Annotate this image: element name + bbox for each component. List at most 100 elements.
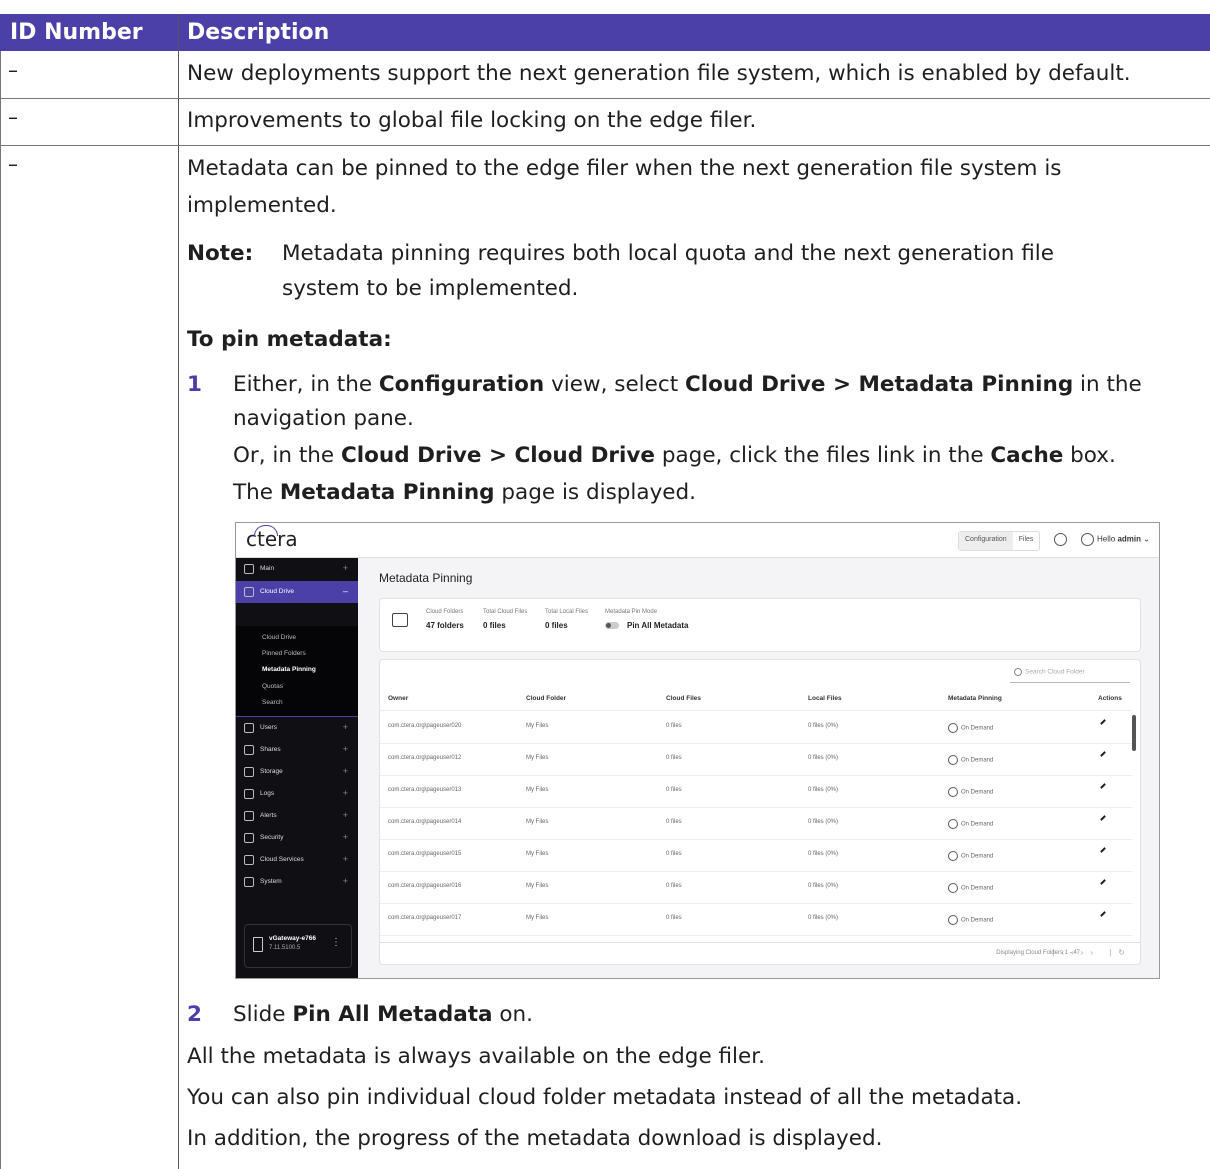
edit-icon[interactable] bbox=[1100, 815, 1106, 821]
user-name[interactable]: admin bbox=[1117, 535, 1141, 544]
sidebar-item-logs[interactable]: Logs + bbox=[236, 783, 358, 805]
edit-icon[interactable] bbox=[1100, 847, 1106, 853]
release-notes-page: ID Number Description – New deployments … bbox=[0, 0, 1210, 1169]
notification-icon[interactable] bbox=[1054, 533, 1067, 546]
device-name: vGateway-e766 bbox=[269, 935, 316, 942]
edit-icon[interactable] bbox=[1100, 751, 1106, 757]
edit-icon[interactable] bbox=[1100, 719, 1106, 725]
on-demand-icon bbox=[948, 755, 958, 765]
share-icon bbox=[244, 745, 254, 755]
submenu-metadata-pinning[interactable]: Metadata Pinning bbox=[262, 666, 316, 673]
sidebar-item-users[interactable]: Users + bbox=[236, 717, 358, 739]
table-border-left bbox=[0, 51, 1, 1169]
row-divider bbox=[0, 98, 1210, 99]
device-icon bbox=[253, 937, 263, 952]
storage-icon bbox=[244, 767, 254, 777]
cloud-folders-table: Search Cloud Folder Owner Cloud Folder C… bbox=[379, 659, 1141, 965]
step-1-line1: Either, in the Configuration view, selec… bbox=[233, 372, 1142, 397]
device-version: 7.11.5100.5 bbox=[269, 945, 301, 951]
search-input[interactable]: Search Cloud Folder bbox=[1010, 668, 1130, 683]
table-row[interactable]: com.ctera.org\pageuser013 My Files 0 files… bbox=[380, 775, 1132, 808]
user-area: Hello admin ⌄ bbox=[1054, 533, 1150, 546]
shield-icon bbox=[244, 833, 254, 843]
chevron-down-icon[interactable]: ⌄ bbox=[1143, 535, 1150, 544]
submenu-quotas[interactable]: Quotas bbox=[262, 683, 283, 690]
col-actions: Actions bbox=[1098, 695, 1122, 702]
cloud-drive-submenu: Cloud Drive Pinned Folders Metadata Pinn… bbox=[236, 626, 358, 717]
search-icon bbox=[1014, 668, 1022, 676]
device-selector[interactable]: vGateway-e766 7.11.5100.5 ⋮ bbox=[244, 924, 352, 968]
step-2-number: 2 bbox=[187, 1002, 202, 1027]
row-3-intro-line2: implemented. bbox=[187, 193, 337, 218]
pagination: Displaying Cloud Folders 1 - 47 |‹‹›› |↻ bbox=[380, 942, 1140, 965]
stat-total-cloud-files: Total Cloud Files 0 files bbox=[483, 609, 528, 630]
folder-icon bbox=[392, 613, 408, 627]
result-line-1: All the metadata is always available on … bbox=[187, 1044, 765, 1069]
pagination-controls[interactable]: |‹‹›› |↻ bbox=[1052, 948, 1132, 957]
cloud-icon bbox=[244, 855, 254, 865]
sidebar-item-security[interactable]: Security + bbox=[236, 827, 358, 849]
row-divider bbox=[0, 145, 1210, 146]
page-title: Metadata Pinning bbox=[379, 571, 473, 585]
row-3-intro-line1: Metadata can be pinned to the edge filer… bbox=[187, 156, 1062, 181]
stat-metadata-pin-mode: Metadata Pin Mode Pin All Metadata bbox=[605, 609, 689, 630]
note-text-line2: system to be implemented. bbox=[282, 276, 579, 301]
row-2-id: – bbox=[8, 105, 18, 129]
grid-icon bbox=[244, 564, 254, 574]
sidebar-item-storage[interactable]: Storage + bbox=[236, 761, 358, 783]
col-local-files: Local Files bbox=[808, 695, 842, 702]
table-row[interactable]: com.ctera.org\pageuser012 My Files 0 files… bbox=[380, 743, 1132, 776]
edit-icon[interactable] bbox=[1100, 911, 1106, 917]
step-1-line3: Or, in the Cloud Drive > Cloud Drive pag… bbox=[233, 443, 1116, 468]
on-demand-icon bbox=[948, 915, 958, 925]
row-2-description: Improvements to global file locking on t… bbox=[187, 108, 757, 133]
sidebar-item-cloud-services[interactable]: Cloud Services + bbox=[236, 849, 358, 871]
table-row[interactable]: com.ctera.org\pageuser015 My Files 0 files… bbox=[380, 839, 1132, 872]
col-cloud-folder: Cloud Folder bbox=[526, 695, 567, 702]
result-line-2: You can also pin individual cloud folder… bbox=[187, 1085, 1023, 1110]
more-vertical-icon[interactable]: ⋮ bbox=[331, 937, 341, 948]
table-row[interactable]: com.ctera.org\pageuser014 My Files 0 files… bbox=[380, 807, 1132, 840]
tab-files[interactable]: Files bbox=[1013, 532, 1040, 550]
on-demand-icon bbox=[948, 723, 958, 733]
stat-total-local-files: Total Local Files 0 files bbox=[545, 609, 589, 630]
greeting: Hello bbox=[1097, 534, 1116, 544]
tab-configuration[interactable]: Configuration bbox=[959, 532, 1013, 550]
table-row[interactable]: com.ctera.org\pageuser016 My Files 0 files… bbox=[380, 871, 1132, 904]
sidebar-item-main[interactable]: Main + bbox=[236, 558, 358, 580]
step-1-line2: navigation pane. bbox=[233, 406, 414, 431]
step-2-text: Slide Pin All Metadata on. bbox=[233, 1002, 533, 1027]
sidebar-item-system[interactable]: System + bbox=[236, 871, 358, 893]
row-1-description: New deployments support the next generat… bbox=[187, 61, 1131, 86]
table-row[interactable]: com.ctera.org\pageuser017 My Files 0 files… bbox=[380, 903, 1132, 936]
on-demand-icon bbox=[948, 819, 958, 829]
step-1-number: 1 bbox=[187, 372, 202, 397]
metadata-pinning-screenshot: ctera Configuration Files Hello admin ⌄ … bbox=[235, 522, 1160, 979]
sidebar-item-alerts[interactable]: Alerts + bbox=[236, 805, 358, 827]
col-metadata-pinning: Metadata Pinning bbox=[948, 695, 1002, 702]
bell-icon bbox=[244, 811, 254, 821]
app-top-bar: ctera Configuration Files Hello admin ⌄ bbox=[236, 523, 1159, 558]
submenu-pinned-folders[interactable]: Pinned Folders bbox=[262, 650, 306, 657]
summary-card: Cloud Folders 47 folders Total Cloud File… bbox=[379, 598, 1141, 652]
edit-icon[interactable] bbox=[1100, 783, 1106, 789]
row-3-id: – bbox=[8, 152, 18, 176]
scrollbar[interactable] bbox=[1132, 715, 1136, 751]
sidebar-item-cloud-drive[interactable]: Cloud Drive – bbox=[236, 581, 358, 603]
cloud-drive-icon bbox=[244, 587, 254, 597]
row-1-id: – bbox=[8, 58, 18, 82]
result-line-3: In addition, the progress of the metadat… bbox=[187, 1126, 883, 1151]
on-demand-icon bbox=[948, 787, 958, 797]
ctera-logo: ctera bbox=[246, 525, 298, 551]
sidebar-item-shares[interactable]: Shares + bbox=[236, 739, 358, 761]
col-cloud-files: Cloud Files bbox=[666, 695, 702, 702]
sidebar: Main + Cloud Drive – Cloud Drive Pinned Fo… bbox=[236, 558, 358, 978]
submenu-search[interactable]: Search bbox=[262, 699, 283, 706]
table-header: ID Number Description bbox=[0, 14, 1210, 51]
pin-all-metadata-toggle[interactable] bbox=[605, 622, 619, 630]
table-row[interactable]: com.ctera.org\pageuser020 My Files 0 files… bbox=[380, 711, 1132, 744]
note-text-line1: Metadata pinning requires both local quo… bbox=[282, 241, 1054, 266]
submenu-cloud-drive[interactable]: Cloud Drive bbox=[262, 634, 296, 641]
user-icon bbox=[1081, 533, 1094, 546]
edit-icon[interactable] bbox=[1100, 879, 1106, 885]
